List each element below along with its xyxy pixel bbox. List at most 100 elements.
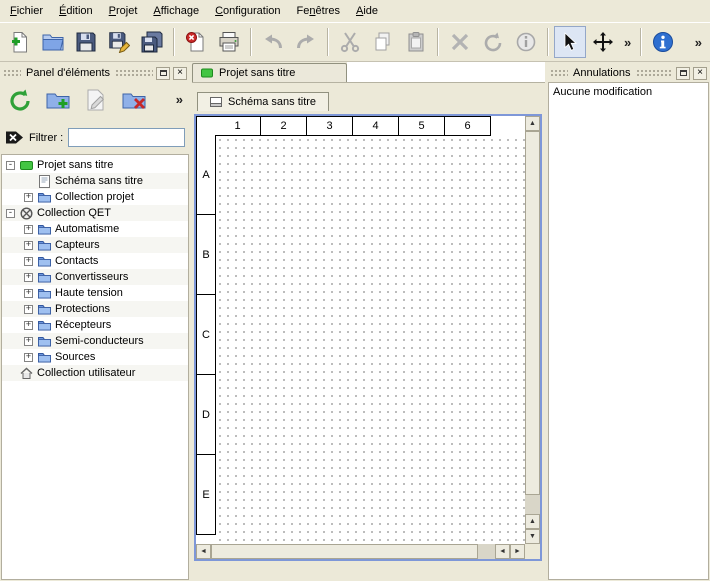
new-document-button[interactable] (4, 26, 36, 58)
schema-tab-bar: Schéma sans titre (192, 89, 545, 111)
delete-button[interactable] (444, 26, 476, 58)
vertical-scroll-track[interactable] (525, 131, 540, 514)
cut-button[interactable] (334, 26, 366, 58)
element-info-button[interactable] (510, 26, 542, 58)
undo-history-list[interactable]: Aucune modification (548, 82, 709, 580)
tree-item-convertisseurs[interactable]: +Convertisseurs (2, 269, 188, 285)
tab-projet-sans-titre[interactable]: Projet sans titre (192, 63, 347, 82)
delete-element-icon (122, 88, 146, 112)
dock-grip-handle[interactable] (115, 69, 153, 77)
redo-button[interactable] (290, 26, 322, 58)
save-as-button[interactable] (103, 26, 135, 58)
toolbar-separator (640, 28, 642, 56)
tree-item-collection-projet[interactable]: +Collection projet (2, 189, 188, 205)
tree-item-automatisme[interactable]: +Automatisme (2, 221, 188, 237)
new-element-button[interactable] (44, 86, 72, 114)
dock-grip-handle[interactable] (3, 69, 21, 77)
dock-float-button[interactable] (676, 67, 690, 80)
filter-input[interactable] (68, 128, 185, 147)
open-project-button[interactable] (37, 26, 69, 58)
toolbar-extension-chevron[interactable]: » (691, 35, 706, 50)
tree-item-haute-tension[interactable]: +Haute tension (2, 285, 188, 301)
selection-tool-button[interactable] (554, 26, 586, 58)
menu-bar: Fichier Édition Projet Affichage Configu… (0, 0, 710, 22)
save-as-icon (108, 31, 130, 53)
tree-item-collection-qet[interactable]: -Collection QET (2, 205, 188, 221)
scroll-left-button[interactable]: ◄ (495, 544, 510, 559)
tree-item-sources[interactable]: +Sources (2, 349, 188, 365)
grid-column-headers: 1 2 3 4 5 6 (215, 116, 491, 136)
schema-canvas[interactable]: 1 2 3 4 5 6 A B C D (196, 116, 525, 544)
about-qet-button[interactable] (647, 26, 679, 58)
menu-item-edition[interactable]: Édition (51, 2, 101, 20)
save-all-button[interactable] (136, 26, 168, 58)
project-tab-bar: Projet sans titre (192, 62, 545, 83)
menu-item-fenetres[interactable]: Fenêtres (289, 2, 348, 20)
delete-element-button[interactable] (120, 86, 148, 114)
tree-item-recepteurs[interactable]: +Récepteurs (2, 317, 188, 333)
dock-close-button[interactable]: × (693, 67, 707, 80)
dock-close-button[interactable]: × (173, 67, 187, 80)
menu-item-fichier[interactable]: Fichier (2, 2, 51, 20)
menu-item-aide[interactable]: Aide (348, 2, 386, 20)
tree-expand-icon[interactable]: + (24, 305, 33, 314)
tree-item-projet-sans-titre[interactable]: -Projet sans titre (2, 157, 188, 173)
scroll-up-button[interactable]: ▲ (525, 514, 540, 529)
scroll-right-button[interactable]: ► (510, 544, 525, 559)
tree-collapse-icon[interactable]: - (6, 161, 15, 170)
horizontal-scrollbar[interactable]: ◄ ◄ ► (196, 544, 525, 559)
tree-expand-icon[interactable]: + (24, 193, 33, 202)
tree-collapse-icon[interactable]: - (6, 209, 15, 218)
dock-float-button[interactable] (156, 67, 170, 80)
menu-item-affichage[interactable]: Affichage (145, 2, 207, 20)
tree-item-contacts[interactable]: +Contacts (2, 253, 188, 269)
scroll-down-button[interactable]: ▼ (525, 529, 540, 544)
menu-item-configuration[interactable]: Configuration (207, 2, 288, 20)
tree-expand-icon[interactable]: + (24, 257, 33, 266)
tree-expand-icon[interactable]: + (24, 273, 33, 282)
schema-grid[interactable] (216, 136, 525, 544)
tree-expand-icon[interactable]: + (24, 321, 33, 330)
delete-x-icon (449, 31, 471, 53)
toolbar-overflow-chevron[interactable]: » (620, 35, 635, 50)
clear-filter-icon[interactable] (5, 130, 24, 145)
edit-element-button[interactable] (82, 86, 110, 114)
folder-icon (37, 223, 51, 236)
copy-button[interactable] (367, 26, 399, 58)
scroll-up-button[interactable]: ▲ (525, 116, 540, 131)
dock-grip-handle[interactable] (550, 69, 568, 77)
vertical-scroll-thumb[interactable] (525, 131, 540, 495)
move-tool-button[interactable] (587, 26, 619, 58)
tree-expand-icon[interactable]: + (24, 289, 33, 298)
tree-item-label: Schéma sans titre (55, 175, 143, 187)
menu-item-projet[interactable]: Projet (101, 2, 146, 20)
reload-collections-button[interactable] (6, 86, 34, 114)
rotate-button[interactable] (477, 26, 509, 58)
save-floppy-icon (75, 31, 97, 53)
vertical-scrollbar[interactable]: ▲ ▲ ▼ (525, 116, 540, 544)
paste-button[interactable] (400, 26, 432, 58)
tab-schema-sans-titre[interactable]: Schéma sans titre (197, 92, 329, 111)
workspace: Projet sans titre Schéma sans titre (190, 62, 547, 581)
schema-window: 1 2 3 4 5 6 A B C D (194, 114, 542, 561)
undo-button[interactable] (257, 26, 289, 58)
panel-overflow-chevron[interactable]: » (172, 92, 187, 107)
tree-item-collection-utilisateur[interactable]: Collection utilisateur (2, 365, 188, 381)
tree-expand-icon[interactable]: + (24, 241, 33, 250)
print-button[interactable] (213, 26, 245, 58)
horizontal-scroll-thumb[interactable] (211, 544, 478, 559)
tree-item-schema-sans-titre[interactable]: Schéma sans titre (2, 173, 188, 189)
horizontal-scroll-track[interactable] (211, 544, 495, 559)
tree-expand-icon[interactable]: + (24, 353, 33, 362)
schema-tab-label: Schéma sans titre (228, 96, 316, 108)
tree-item-semi-conducteurs[interactable]: +Semi-conducteurs (2, 333, 188, 349)
tree-item-capteurs[interactable]: +Capteurs (2, 237, 188, 253)
save-button[interactable] (70, 26, 102, 58)
scroll-left-button[interactable]: ◄ (196, 544, 211, 559)
close-document-button[interactable] (180, 26, 212, 58)
close-document-icon (185, 31, 207, 53)
tree-expand-icon[interactable]: + (24, 225, 33, 234)
dock-grip-handle[interactable] (636, 69, 674, 77)
tree-item-protections[interactable]: +Protections (2, 301, 188, 317)
tree-expand-icon[interactable]: + (24, 337, 33, 346)
